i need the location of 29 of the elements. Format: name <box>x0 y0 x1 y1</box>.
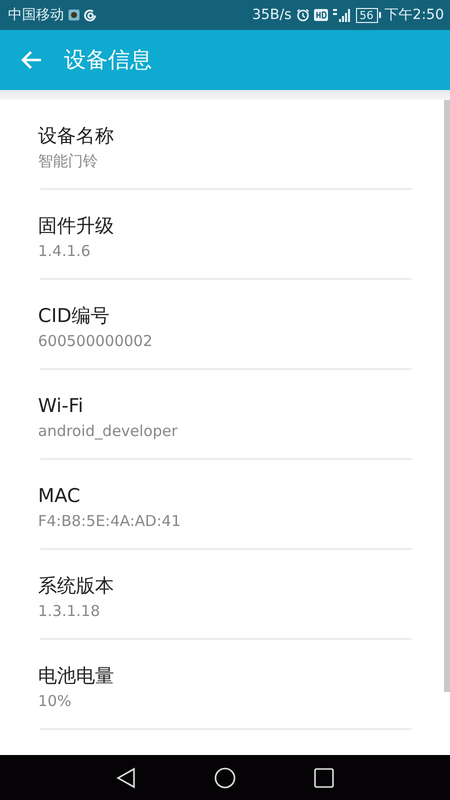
clock-time: 下午2:50 <box>384 6 444 24</box>
setting-label: MAC <box>38 484 82 508</box>
recents-button[interactable] <box>314 768 334 788</box>
setting-label: 固件升级 <box>38 214 115 238</box>
setting-value: 1.4.1.6 <box>38 241 92 262</box>
hd-icon <box>314 9 328 21</box>
battery-icon: 56 <box>356 8 381 22</box>
signal-icon <box>332 8 352 22</box>
back-button[interactable] <box>116 766 136 788</box>
setting-value: 智能门铃 <box>38 151 99 172</box>
swirl-icon <box>84 8 97 22</box>
alarm-icon <box>296 8 310 22</box>
setting-value: F4:B8:5E:4A:AD:41 <box>38 511 182 532</box>
home-button[interactable] <box>214 766 236 788</box>
setting-label: 系统版本 <box>38 574 115 598</box>
setting-label: CID编号 <box>38 304 111 328</box>
network-speed: 35B/s <box>252 7 292 23</box>
setting-label: 电池电量 <box>38 664 115 688</box>
back-arrow-icon <box>20 50 42 70</box>
app-icon <box>68 9 80 21</box>
setting-label: 设备名称 <box>38 124 115 148</box>
carrier-name: 中国移动 <box>8 6 64 24</box>
setting-value: 600500000002 <box>38 331 154 352</box>
page-title: 设备信息 <box>64 47 152 75</box>
setting-value: 10% <box>38 691 72 712</box>
setting-value: android_developer <box>38 421 179 442</box>
setting-label: Wi-Fi <box>38 394 84 418</box>
setting-value: 1.3.1.18 <box>38 601 102 622</box>
scrollbar[interactable] <box>444 100 450 692</box>
